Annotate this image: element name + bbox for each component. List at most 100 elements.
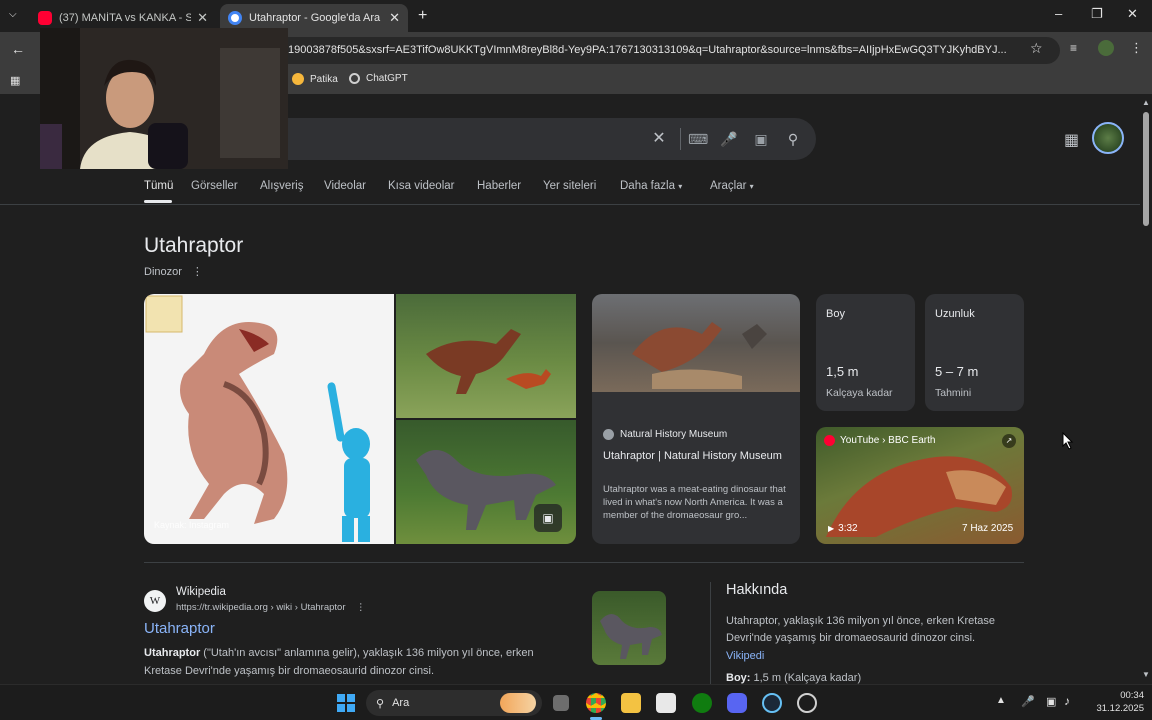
clock[interactable]: 00:34 31.12.2025 bbox=[1084, 689, 1144, 715]
clock-time: 00:34 bbox=[1120, 690, 1144, 701]
nhm-result-card[interactable]: Natural History Museum Utahraptor | Natu… bbox=[592, 392, 800, 544]
about-wikipedia-link[interactable]: Vikipedi bbox=[726, 650, 764, 662]
result-title-link[interactable]: Utahraptor bbox=[144, 620, 215, 637]
fact-card-length[interactable]: Uzunluk 5 – 7 m Tahmini bbox=[925, 294, 1024, 411]
minimize-icon[interactable]: – bbox=[1055, 6, 1062, 21]
more-options-icon[interactable]: ⋮ bbox=[356, 602, 366, 613]
raptor-image-icon bbox=[600, 614, 662, 659]
snippet-text: ("Utah'ın avcısı" anlamına gelir), yakla… bbox=[144, 647, 534, 677]
fact-sub: Tahmini bbox=[935, 387, 972, 399]
bookmark-patika[interactable]: Patika bbox=[292, 73, 338, 85]
entity-image-4[interactable] bbox=[592, 294, 800, 392]
search-input[interactable]: ✕ ⌨ 🎤 ▣ ⚲ bbox=[288, 118, 816, 160]
store-icon[interactable] bbox=[656, 693, 676, 713]
fact-value: 5 – 7 m bbox=[935, 364, 979, 379]
tab-tools[interactable]: Araçlar ▾ bbox=[710, 180, 754, 192]
bookmark-star-icon[interactable]: ☆ bbox=[1030, 40, 1043, 57]
close-tab-icon[interactable]: ✕ bbox=[197, 10, 208, 26]
result-snippet: Utahraptor ("Utah'ın avcısı" anlamına ge… bbox=[144, 644, 556, 680]
about-fact-label: Boy: bbox=[726, 672, 751, 684]
tab-shopping[interactable]: Alışveriş bbox=[260, 180, 303, 192]
file-explorer-icon[interactable] bbox=[621, 693, 641, 713]
maximize-icon[interactable]: ❐ bbox=[1091, 6, 1103, 22]
fact-key: Uzunluk bbox=[935, 308, 975, 320]
microphone-icon[interactable]: 🎤 bbox=[720, 130, 738, 148]
google-apps-icon[interactable]: ▦ bbox=[1064, 130, 1079, 150]
search-icon[interactable]: ⚲ bbox=[784, 130, 802, 148]
tab-images[interactable]: Görseller bbox=[191, 180, 238, 192]
tab-short-videos[interactable]: Kısa videolar bbox=[388, 180, 454, 192]
tab-news[interactable]: Haberler bbox=[477, 180, 521, 192]
google-icon bbox=[228, 11, 242, 25]
tray-chevron-icon[interactable]: ▲ bbox=[996, 695, 1006, 706]
video-duration: 3:32 bbox=[838, 523, 858, 534]
volume-icon[interactable]: ♪ bbox=[1064, 694, 1070, 708]
task-view-icon[interactable] bbox=[553, 695, 569, 711]
close-window-icon[interactable]: ✕ bbox=[1127, 6, 1138, 22]
profile-avatar[interactable] bbox=[1098, 40, 1114, 56]
reading-list-icon[interactable]: ≡ bbox=[1070, 41, 1077, 55]
card-snippet: Utahraptor was a meat-eating dinosaur th… bbox=[603, 484, 786, 521]
steam-icon[interactable] bbox=[762, 693, 782, 713]
video-result-card[interactable]: YouTube › BBC Earth ↗ ▶ 3:32 7 Haz 2025 bbox=[816, 427, 1024, 544]
tab-places[interactable]: Yer siteleri bbox=[543, 180, 596, 192]
bookmark-chatgpt[interactable]: ChatGPT bbox=[349, 73, 408, 84]
tab-videos[interactable]: Videolar bbox=[324, 180, 366, 192]
streamer-video bbox=[40, 28, 288, 169]
more-options-icon[interactable]: ⋮ bbox=[192, 266, 203, 278]
image-search-icon[interactable]: ▣ bbox=[534, 504, 562, 532]
tab-all[interactable]: Tümü bbox=[144, 180, 173, 192]
address-bar[interactable]: 19003878f505&sxsrf=AE3TifOw8UKKTgVImnM8r… bbox=[230, 37, 1060, 64]
lens-icon[interactable]: ▣ bbox=[752, 130, 770, 148]
entity-image-2[interactable] bbox=[396, 294, 576, 418]
clear-search-icon[interactable]: ✕ bbox=[650, 130, 668, 148]
search-results-page: ✕ ⌨ 🎤 ▣ ⚲ ▦ Tümü Görseller Alışveriş Vid… bbox=[0, 94, 1140, 684]
chatgpt-icon bbox=[349, 73, 360, 84]
webcam-overlay bbox=[40, 28, 288, 169]
result-thumbnail[interactable] bbox=[592, 591, 666, 665]
entity-main-image[interactable]: Kaynak: Instagram bbox=[144, 294, 394, 544]
search-highlight-icon bbox=[500, 693, 536, 713]
tab-more[interactable]: Daha fazla ▾ bbox=[620, 180, 682, 192]
nhm-icon bbox=[603, 429, 614, 440]
tab-search-menu-icon[interactable]: ⌵ bbox=[9, 9, 17, 20]
fact-card-height[interactable]: Boy 1,5 m Kalçaya kadar bbox=[816, 294, 915, 411]
account-avatar[interactable] bbox=[1092, 122, 1124, 154]
image-credit: Kaynak: Instagram bbox=[154, 520, 230, 530]
tab-tools-label: Araçlar bbox=[710, 180, 747, 192]
network-icon[interactable]: ▣ bbox=[1046, 695, 1056, 708]
microphone-tray-icon[interactable]: 🎤 bbox=[1021, 695, 1035, 708]
taskbar-search[interactable]: ⚲ Ara bbox=[366, 690, 542, 716]
scroll-up-icon[interactable]: ▲ bbox=[1142, 98, 1150, 107]
result-url[interactable]: https://tr.wikipedia.org › wiki › Utahra… bbox=[176, 602, 345, 613]
close-tab-icon[interactable]: ✕ bbox=[389, 10, 400, 26]
xbox-icon[interactable] bbox=[692, 693, 712, 713]
clock-date: 31.12.2025 bbox=[1096, 703, 1144, 714]
youtube-icon bbox=[38, 11, 52, 25]
play-icon: ▶ bbox=[828, 524, 835, 533]
discord-icon[interactable] bbox=[727, 693, 747, 713]
apps-grid-icon[interactable]: ▦ bbox=[10, 74, 20, 87]
new-tab-icon[interactable]: + bbox=[418, 7, 427, 25]
page-scrollbar[interactable]: ▲ ▼ bbox=[1140, 94, 1152, 684]
chatgpt-app-icon[interactable] bbox=[797, 693, 817, 713]
keyboard-icon[interactable]: ⌨ bbox=[688, 130, 708, 148]
card-title: Utahraptor | Natural History Museum bbox=[603, 450, 782, 462]
browser-menu-icon[interactable]: ⋮ bbox=[1130, 40, 1143, 56]
search-divider bbox=[680, 128, 681, 150]
tab-title: Utahraptor - Google'da Ara bbox=[249, 12, 381, 24]
back-icon[interactable]: ← bbox=[11, 41, 25, 57]
chevron-down-icon: ▾ bbox=[678, 182, 683, 191]
chrome-icon[interactable] bbox=[586, 693, 606, 713]
windows-start-icon[interactable] bbox=[337, 694, 355, 712]
about-divider bbox=[710, 582, 711, 684]
youtube-icon bbox=[824, 435, 835, 446]
section-divider bbox=[144, 562, 1024, 563]
expand-icon[interactable]: ↗ bbox=[1002, 434, 1016, 448]
scroll-down-icon[interactable]: ▼ bbox=[1142, 670, 1150, 679]
raptor-image-icon bbox=[426, 329, 551, 394]
patika-icon bbox=[292, 73, 304, 85]
entity-image-3[interactable]: ▣ bbox=[396, 420, 576, 544]
scrollbar-thumb[interactable] bbox=[1143, 112, 1149, 226]
tab-all-underline bbox=[144, 200, 172, 203]
